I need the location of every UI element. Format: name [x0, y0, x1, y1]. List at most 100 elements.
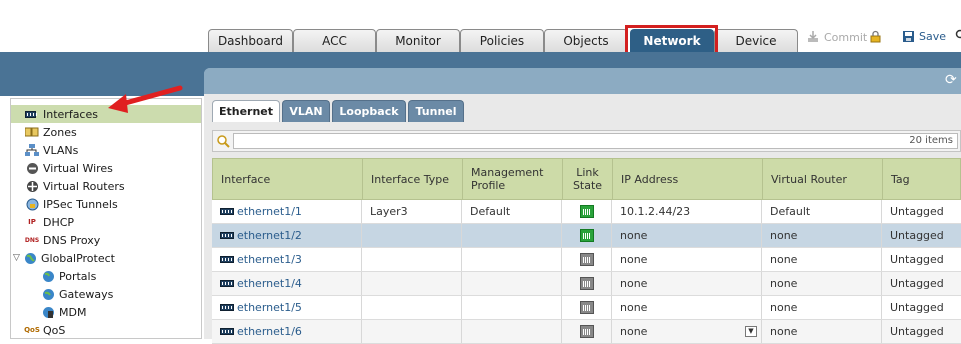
- interface-name[interactable]: ethernet1/1: [237, 205, 302, 218]
- interface-name[interactable]: ethernet1/3: [237, 253, 302, 266]
- sidebar-item-label: Portals: [59, 270, 96, 283]
- column-header-link-state[interactable]: Link State: [563, 159, 613, 199]
- tab-objects[interactable]: Objects: [544, 29, 628, 52]
- interface-name[interactable]: ethernet1/4: [237, 277, 302, 290]
- mdm-icon: [41, 306, 55, 318]
- filter-bar: 20 items: [212, 130, 961, 152]
- tab-policies[interactable]: Policies: [460, 29, 544, 52]
- type-cell: [362, 320, 462, 343]
- sidebar-item-globalprotect[interactable]: ▽ GlobalProtect: [11, 249, 201, 267]
- sidebar-item-label: Gateways: [59, 288, 113, 301]
- router-cell: none: [762, 248, 882, 271]
- sidebar-item-dns-proxy[interactable]: DNS DNS Proxy: [11, 231, 201, 249]
- tab-acc[interactable]: ACC: [293, 29, 376, 52]
- subtab-vlan[interactable]: VLAN: [282, 100, 330, 122]
- tag-cell: Untagged: [882, 200, 961, 223]
- sidebar-item-label: DHCP: [43, 216, 74, 229]
- table-row[interactable]: ethernet1/3nonenoneUntagged: [212, 248, 961, 272]
- column-header-tag[interactable]: Tag: [883, 159, 961, 199]
- search-icon-partial[interactable]: [955, 29, 961, 39]
- sidebar-item-mdm[interactable]: MDM: [11, 303, 201, 321]
- table-row[interactable]: ethernet1/2nonenoneUntagged: [212, 224, 961, 248]
- tag-cell: Untagged: [882, 224, 961, 247]
- table-row[interactable]: ethernet1/6none▼noneUntagged: [212, 320, 961, 344]
- ip-cell: 10.1.2.44/23: [612, 200, 762, 223]
- link-down-icon: [580, 277, 594, 290]
- save-icon: [902, 30, 915, 43]
- commit-icon: [806, 30, 820, 44]
- virtual-routers-icon: [25, 180, 39, 192]
- table-row[interactable]: ethernet1/5nonenoneUntagged: [212, 296, 961, 320]
- ip-cell: none: [612, 248, 762, 271]
- interface-icon: [220, 328, 234, 335]
- column-header-interface[interactable]: Interface: [213, 159, 363, 199]
- save-button[interactable]: Save: [902, 30, 946, 43]
- profile-cell: [462, 224, 562, 247]
- commit-label: Commit: [824, 31, 867, 44]
- column-header-management-profile[interactable]: Management Profile: [463, 159, 563, 199]
- main-panel: ⟳ Ethernet VLAN Loopback Tunnel 20 items…: [204, 68, 961, 339]
- tag-cell: Untagged: [882, 248, 961, 271]
- sidebar-item-vlans[interactable]: VLANs: [11, 141, 201, 159]
- lock-icon[interactable]: [869, 30, 882, 46]
- interface-icon: [220, 280, 234, 287]
- tag-cell: Untagged: [882, 320, 961, 343]
- sidebar-item-label: Virtual Wires: [43, 162, 113, 175]
- link-down-icon: [580, 301, 594, 314]
- sidebar-item-zones[interactable]: Zones: [11, 123, 201, 141]
- save-label: Save: [919, 30, 946, 43]
- interfaces-icon: [25, 108, 39, 120]
- table-row[interactable]: ethernet1/4nonenoneUntagged: [212, 272, 961, 296]
- globalprotect-icon: [23, 252, 37, 264]
- annotation-arrow: [104, 83, 184, 115]
- profile-cell: [462, 320, 562, 343]
- tab-monitor[interactable]: Monitor: [376, 29, 460, 52]
- interface-name[interactable]: ethernet1/6: [237, 325, 302, 338]
- column-header-ip-address[interactable]: IP Address: [613, 159, 763, 199]
- link-state-cell: [562, 224, 612, 247]
- sidebar-item-virtual-wires[interactable]: Virtual Wires: [11, 159, 201, 177]
- link-up-icon: [580, 205, 594, 218]
- top-navigation: Dashboard ACC Monitor Policies Objects N…: [0, 0, 961, 52]
- column-header-interface-type[interactable]: Interface Type: [363, 159, 463, 199]
- column-header-virtual-router[interactable]: Virtual Router: [763, 159, 883, 199]
- sidebar-item-gateways[interactable]: Gateways: [11, 285, 201, 303]
- commit-button[interactable]: Commit: [806, 30, 867, 44]
- interface-link[interactable]: ethernet1/4: [212, 272, 362, 295]
- sidebar-item-label: IPSec Tunnels: [43, 198, 118, 211]
- panel-header: ⟳: [204, 68, 961, 94]
- sidebar-item-qos[interactable]: QoS QoS: [11, 321, 201, 339]
- refresh-icon[interactable]: ⟳: [945, 73, 959, 87]
- router-cell: Default: [762, 200, 882, 223]
- router-cell: none: [762, 272, 882, 295]
- table-row[interactable]: ethernet1/1Layer3Default10.1.2.44/23Defa…: [212, 200, 961, 224]
- expand-caret-icon[interactable]: ▽: [13, 253, 23, 263]
- interface-link[interactable]: ethernet1/3: [212, 248, 362, 271]
- sidebar-item-label: MDM: [59, 306, 86, 319]
- subtab-loopback[interactable]: Loopback: [332, 100, 406, 122]
- subtab-ethernet[interactable]: Ethernet: [212, 100, 280, 122]
- dhcp-icon: IP: [25, 216, 39, 228]
- sidebar-item-dhcp[interactable]: IP DHCP: [11, 213, 201, 231]
- interface-link[interactable]: ethernet1/6: [212, 320, 362, 343]
- profile-cell: [462, 272, 562, 295]
- interface-link[interactable]: ethernet1/1: [212, 200, 362, 223]
- tab-device[interactable]: Device: [714, 29, 798, 52]
- subtab-tunnel[interactable]: Tunnel: [408, 100, 464, 122]
- sidebar-item-portals[interactable]: Portals: [11, 267, 201, 285]
- sidebar-item-ipsec-tunnels[interactable]: IPSec Tunnels: [11, 195, 201, 213]
- filter-input[interactable]: 20 items: [233, 133, 958, 149]
- link-state-cell: [562, 296, 612, 319]
- ipsec-tunnels-icon: [25, 198, 39, 210]
- sidebar-item-virtual-routers[interactable]: Virtual Routers: [11, 177, 201, 195]
- tab-dashboard[interactable]: Dashboard: [208, 29, 293, 52]
- interface-icon: [220, 208, 234, 215]
- type-cell: Layer3: [362, 200, 462, 223]
- type-cell: [362, 248, 462, 271]
- interface-name[interactable]: ethernet1/5: [237, 301, 302, 314]
- interface-link[interactable]: ethernet1/5: [212, 296, 362, 319]
- interface-name[interactable]: ethernet1/2: [237, 229, 302, 242]
- interface-link[interactable]: ethernet1/2: [212, 224, 362, 247]
- search-icon[interactable]: [216, 134, 230, 148]
- dropdown-arrow-icon[interactable]: ▼: [745, 326, 757, 337]
